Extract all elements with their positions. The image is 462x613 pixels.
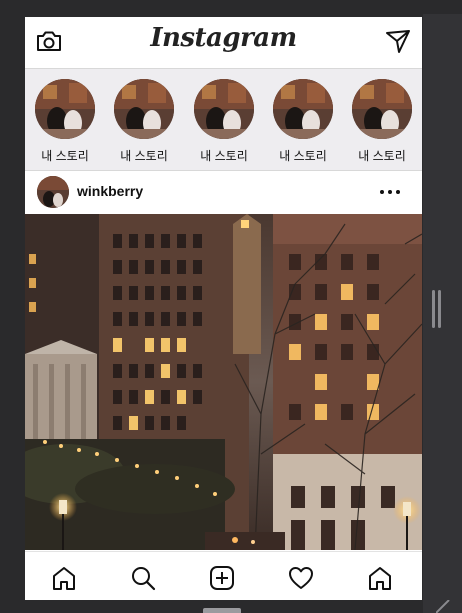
top-bar: Instagram	[25, 17, 422, 69]
story-label: 내 스토리	[120, 149, 168, 163]
more-dots-icon[interactable]	[377, 183, 403, 201]
story-label: 내 스토리	[200, 149, 248, 163]
story-avatar	[114, 79, 174, 139]
bottom-edge-mark	[203, 608, 241, 613]
resize-corner-icon[interactable]	[436, 600, 450, 613]
avatar[interactable]	[37, 176, 69, 208]
story-avatar	[273, 79, 333, 139]
home-icon[interactable]	[366, 564, 394, 592]
story-avatar	[35, 79, 95, 139]
post-header: winkberry	[25, 171, 422, 213]
story-item[interactable]: 내 스토리	[193, 79, 255, 164]
story-label: 내 스토리	[41, 149, 89, 163]
story-avatar	[352, 79, 412, 139]
background-right	[423, 14, 462, 613]
stories-bar: 내 스토리 내 스토리 내 스토리 내 스토리 내 스토리	[25, 69, 422, 171]
bottom-nav	[25, 551, 422, 600]
story-item[interactable]: 내 스토리	[272, 79, 334, 164]
home-icon[interactable]	[50, 564, 78, 592]
app-logo: Instagram	[150, 23, 297, 53]
story-item[interactable]: 내 스토리	[34, 79, 96, 164]
story-avatar	[194, 79, 254, 139]
story-label: 내 스토리	[279, 149, 327, 163]
resize-handle[interactable]	[432, 290, 441, 328]
background-left	[0, 14, 22, 613]
add-post-icon[interactable]	[208, 564, 236, 592]
post-photo[interactable]	[25, 214, 422, 550]
instagram-app: Instagram 내 스토리 내 스토리 내 스토리 내 스토리 내 스토리 …	[25, 17, 422, 600]
story-item[interactable]: 내 스토리	[351, 79, 413, 164]
search-icon[interactable]	[129, 564, 157, 592]
post-username[interactable]: winkberry	[77, 183, 143, 199]
story-label: 내 스토리	[358, 149, 406, 163]
heart-icon[interactable]	[287, 564, 315, 592]
story-item[interactable]: 내 스토리	[113, 79, 175, 164]
paper-plane-icon[interactable]	[384, 27, 412, 55]
